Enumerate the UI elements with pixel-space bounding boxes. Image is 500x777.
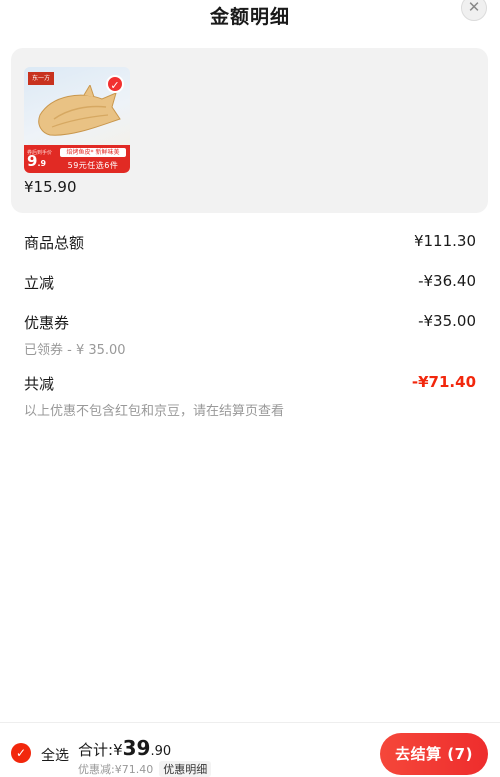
instant-discount-value: -¥36.40 [418,272,476,290]
promo-text: 59元任选6件 [67,161,119,170]
brand-logo: 东一方 [28,72,54,85]
page-title: 金额明细 [209,6,290,28]
combined-discount-value: -¥71.40 [411,373,476,391]
promo-tag: 焙烤鱼皮* 新鲜味美 [60,148,126,157]
combined-discount-label: 共减 [24,375,55,393]
total-label: 商品总额 [24,234,85,252]
dried-fish-image [38,85,121,136]
summary-row-coupon: 优惠券 -¥35.00 [24,312,476,332]
discount-detail-link[interactable]: 优惠明细 [159,761,212,777]
summary-row-instant: 立减 -¥36.40 [24,272,476,292]
coupon-label: 优惠券 [24,314,70,332]
promo-price: 9.9 [27,152,47,170]
instant-discount-label: 立减 [24,274,55,292]
product-thumbnail[interactable]: 东一方 ✓ 券后到手价 9.9 焙烤鱼皮* 新鲜味美 59元任选6件 [24,67,130,173]
total-amount-dec: .90 [150,744,172,759]
selected-check-icon[interactable]: ✓ [106,75,124,93]
product-card: 东一方 ✓ 券后到手价 9.9 焙烤鱼皮* 新鲜味美 59元任选6件 ¥15.9… [11,48,488,213]
total-currency: ¥ [113,741,123,759]
select-all-label[interactable]: 全选 [41,745,69,765]
coupon-claimed-text: 已领券 - ¥ 35.00 [24,343,126,358]
discount-amount: 优惠减:¥71.40 [78,763,154,776]
discount-note: 以上优惠不包含红包和京豆，请在结算页查看 [24,404,285,419]
select-all-check-icon[interactable]: ✓ [11,743,31,763]
total-amount: 合计:¥39.90 [78,736,171,760]
product-price: ¥15.90 [24,178,77,196]
header: 金额明细 ✕ [0,0,500,42]
total-value: ¥111.30 [413,232,476,250]
total-amount-label: 合计: [78,741,114,759]
checkout-button[interactable]: 去结算 (7) [380,733,488,775]
amount-summary: 商品总额 ¥111.30 立减 -¥36.40 优惠券 -¥35.00 已领券 … [24,232,476,419]
coupon-value: -¥35.00 [418,312,476,330]
total-amount-int: 39 [122,736,151,760]
summary-row-combined: 共减 -¥71.40 [24,373,476,393]
summary-row-total: 商品总额 ¥111.30 [24,232,476,252]
checkout-bar: ✓ 全选 合计:¥39.90 优惠减:¥71.40 优惠明细 去结算 (7) [0,722,500,777]
discount-line: 优惠减:¥71.40 优惠明细 [78,761,212,777]
